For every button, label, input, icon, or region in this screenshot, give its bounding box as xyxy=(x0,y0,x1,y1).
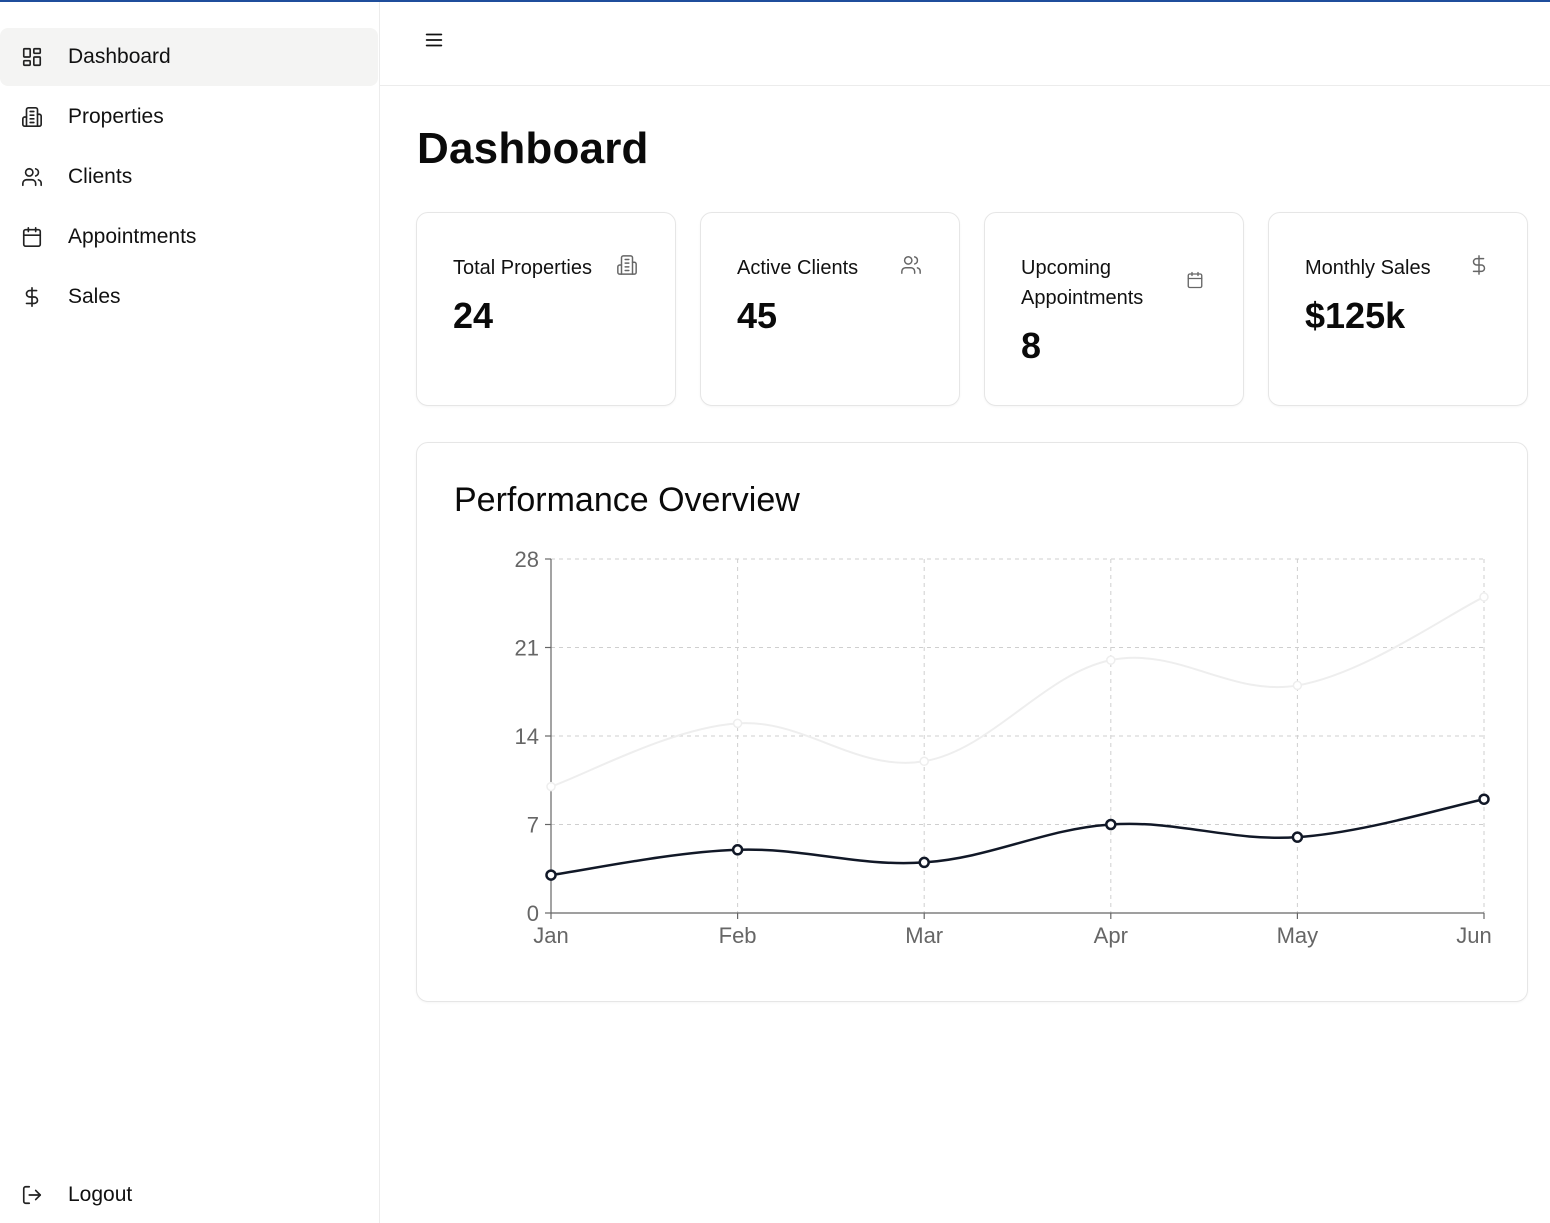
dashboard-grid-icon xyxy=(20,45,44,69)
series-line-light xyxy=(550,596,1485,788)
sidebar-item-label: Dashboard xyxy=(68,45,171,68)
stat-card-value: 24 xyxy=(453,295,494,336)
users-icon xyxy=(899,253,923,277)
x-tick-label: Jan xyxy=(533,923,568,948)
series-point-dark xyxy=(1105,818,1117,831)
y-tick-label: 28 xyxy=(515,547,539,572)
sidebar-item-dashboard[interactable]: Dashboard xyxy=(0,28,378,86)
stat-card-total-properties: Total Properties 24 xyxy=(416,212,676,406)
performance-chart-card: Performance Overview 0 7 14 21 28 Jan Feb Mar Ap… xyxy=(416,442,1528,1002)
stat-card-value: 8 xyxy=(1021,325,1042,366)
x-tick-label: Mar xyxy=(905,923,943,948)
series-point-light xyxy=(1479,592,1489,602)
building-icon xyxy=(20,105,44,129)
sidebar-item-properties[interactable]: Properties xyxy=(0,88,378,146)
x-tick-label: Jun xyxy=(1456,923,1491,948)
stat-card-active-clients: Active Clients 45 xyxy=(700,212,960,406)
x-tick-label: May xyxy=(1277,923,1319,948)
sidebar-item-clients[interactable]: Clients xyxy=(0,148,378,206)
top-header xyxy=(380,2,1550,86)
sidebar-item-sales[interactable]: Sales xyxy=(0,268,378,326)
x-tick-label: Feb xyxy=(719,923,757,948)
logout-label: Logout xyxy=(68,1183,133,1206)
page-title: Dashboard xyxy=(417,124,649,173)
sidebar-item-label: Clients xyxy=(68,165,133,188)
series-point-dark xyxy=(918,856,930,869)
calendar-icon xyxy=(1183,268,1207,292)
stat-card-label: Total Properties xyxy=(453,257,592,279)
series-point-light xyxy=(1292,680,1303,691)
hamburger-menu-button[interactable] xyxy=(420,28,448,56)
series-point-dark xyxy=(545,869,557,881)
stat-card-label: Upcoming Appointments xyxy=(1021,257,1144,309)
stat-card-label: Active Clients xyxy=(737,257,859,279)
hamburger-menu-icon xyxy=(423,29,445,56)
dollar-icon xyxy=(20,285,44,309)
sidebar: Dashboard Properties Clients Appointment… xyxy=(0,2,380,1223)
users-icon xyxy=(20,165,44,189)
stat-card-monthly-sales: Monthly Sales $125k xyxy=(1268,212,1528,406)
series-point-dark xyxy=(1291,831,1304,843)
sidebar-item-appointments[interactable]: Appointments xyxy=(0,208,378,266)
stat-card-value: 45 xyxy=(737,295,778,336)
calendar-icon xyxy=(20,225,44,249)
y-tick-label: 21 xyxy=(515,636,539,661)
sidebar-item-label: Appointments xyxy=(68,225,197,248)
performance-line-chart: 07142128Jan Feb Mar Apr May Jun xyxy=(515,547,1492,948)
y-tick-label: 7 xyxy=(527,813,539,838)
logout-icon xyxy=(20,1183,44,1207)
sidebar-item-label: Properties xyxy=(68,105,164,128)
logout-button[interactable]: Logout xyxy=(0,1166,378,1223)
stat-card-value: $125k xyxy=(1305,295,1406,336)
y-tick-label: 14 xyxy=(515,724,539,749)
series-point-dark xyxy=(1478,793,1490,805)
stat-card-label: Monthly Sales xyxy=(1305,257,1431,279)
dollar-icon xyxy=(1467,253,1491,277)
sidebar-item-label: Sales xyxy=(68,285,121,308)
series-point-light xyxy=(732,718,743,729)
series-point-light xyxy=(919,756,929,767)
series-point-dark xyxy=(731,844,744,856)
building-icon xyxy=(615,253,639,277)
series-point-light xyxy=(1106,655,1116,665)
series-line-dark xyxy=(550,797,1485,877)
stat-card-upcoming-appointments: Upcoming Appointments 8 xyxy=(984,212,1244,406)
x-tick-label: Apr xyxy=(1094,923,1128,948)
series-point-light xyxy=(546,781,556,792)
